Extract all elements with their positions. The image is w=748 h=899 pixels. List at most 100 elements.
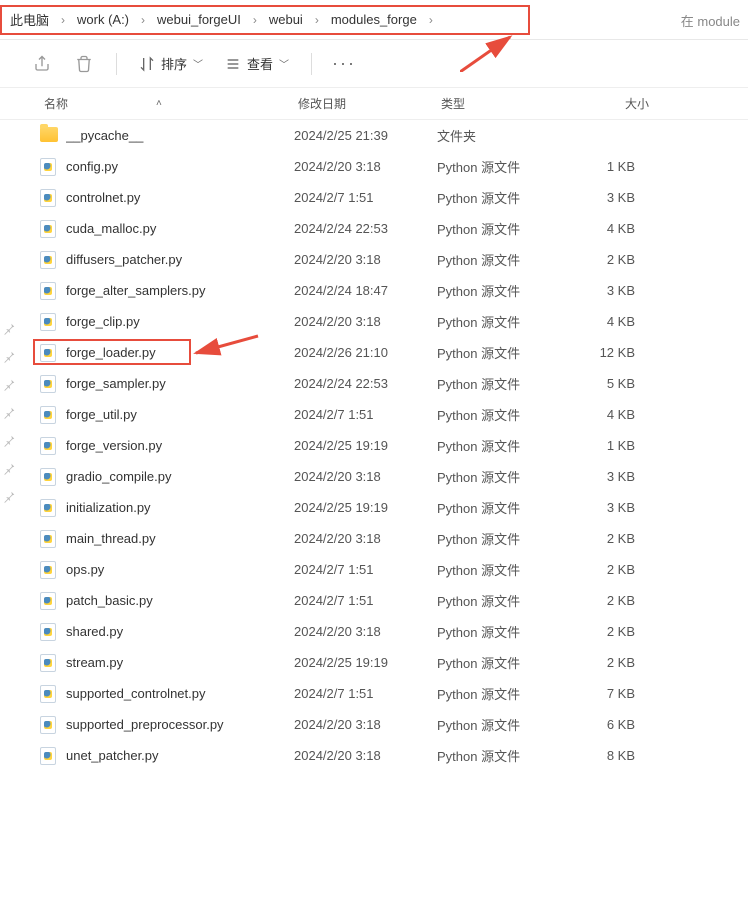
file-row[interactable]: controlnet.py2024/2/7 1:51Python 源文件3 KB	[0, 182, 748, 213]
file-date: 2024/2/25 19:19	[294, 500, 437, 515]
header-name[interactable]: 名称 ˄	[44, 95, 298, 112]
file-name: forge_version.py	[66, 438, 294, 453]
file-date: 2024/2/24 22:53	[294, 221, 437, 236]
file-row[interactable]: stream.py2024/2/25 19:19Python 源文件2 KB	[0, 647, 748, 678]
file-type: Python 源文件	[437, 467, 565, 486]
file-name: stream.py	[66, 655, 294, 670]
python-file-icon	[40, 530, 58, 548]
header-date[interactable]: 修改日期	[298, 95, 441, 112]
python-file-icon	[40, 189, 58, 207]
view-button[interactable]: 查看 ﹀	[225, 54, 289, 73]
toolbar-separator	[116, 53, 117, 75]
file-row[interactable]: supported_controlnet.py2024/2/7 1:51Pyth…	[0, 678, 748, 709]
python-file-icon	[40, 592, 58, 610]
file-type: Python 源文件	[437, 405, 565, 424]
breadcrumb-item-current[interactable]: modules_forge	[321, 12, 427, 27]
file-size: 12 KB	[565, 345, 645, 360]
file-row[interactable]: diffusers_patcher.py2024/2/20 3:18Python…	[0, 244, 748, 275]
file-date: 2024/2/25 21:39	[294, 128, 437, 143]
file-name: cuda_malloc.py	[66, 221, 294, 236]
file-row[interactable]: forge_alter_samplers.py2024/2/24 18:47Py…	[0, 275, 748, 306]
python-file-icon	[40, 375, 58, 393]
file-size: 1 KB	[565, 438, 645, 453]
python-file-icon	[40, 344, 58, 362]
python-file-icon	[40, 685, 58, 703]
file-size: 2 KB	[565, 252, 645, 267]
file-name: forge_sampler.py	[66, 376, 294, 391]
python-file-icon	[40, 499, 58, 517]
file-type: Python 源文件	[437, 281, 565, 300]
share-icon[interactable]	[32, 54, 52, 74]
file-type: Python 源文件	[437, 343, 565, 362]
file-size: 2 KB	[565, 624, 645, 639]
file-row[interactable]: unet_patcher.py2024/2/20 3:18Python 源文件8…	[0, 740, 748, 771]
file-type: Python 源文件	[437, 374, 565, 393]
file-row[interactable]: forge_util.py2024/2/7 1:51Python 源文件4 KB	[0, 399, 748, 430]
file-size: 4 KB	[565, 314, 645, 329]
file-row[interactable]: forge_loader.py2024/2/26 21:10Python 源文件…	[0, 337, 748, 368]
delete-icon[interactable]	[74, 54, 94, 74]
file-row[interactable]: forge_version.py2024/2/25 19:19Python 源文…	[0, 430, 748, 461]
file-name: config.py	[66, 159, 294, 174]
chevron-right-icon[interactable]: ›	[59, 13, 67, 27]
file-size: 3 KB	[565, 500, 645, 515]
header-size[interactable]: 大小	[569, 95, 649, 112]
breadcrumb-item-folder2[interactable]: webui	[259, 12, 313, 27]
file-date: 2024/2/20 3:18	[294, 469, 437, 484]
file-type: Python 源文件	[437, 684, 565, 703]
python-file-icon	[40, 716, 58, 734]
file-name: unet_patcher.py	[66, 748, 294, 763]
breadcrumb-item-drive[interactable]: work (A:)	[67, 12, 139, 27]
file-date: 2024/2/20 3:18	[294, 531, 437, 546]
file-size: 2 KB	[565, 655, 645, 670]
sort-button[interactable]: 排序 ﹀	[139, 54, 203, 73]
breadcrumb-item-pc[interactable]: 此电脑	[0, 10, 59, 29]
file-name: forge_alter_samplers.py	[66, 283, 294, 298]
file-row[interactable]: initialization.py2024/2/25 19:19Python 源…	[0, 492, 748, 523]
file-size: 6 KB	[565, 717, 645, 732]
python-file-icon	[40, 468, 58, 486]
file-row[interactable]: shared.py2024/2/20 3:18Python 源文件2 KB	[0, 616, 748, 647]
file-type: Python 源文件	[437, 188, 565, 207]
file-row[interactable]: gradio_compile.py2024/2/20 3:18Python 源文…	[0, 461, 748, 492]
search-box[interactable]: 在 module	[673, 0, 748, 40]
file-name: __pycache__	[66, 128, 294, 143]
file-row[interactable]: config.py2024/2/20 3:18Python 源文件1 KB	[0, 151, 748, 182]
file-type: Python 源文件	[437, 157, 565, 176]
file-date: 2024/2/20 3:18	[294, 624, 437, 639]
toolbar-separator	[311, 53, 312, 75]
file-row[interactable]: cuda_malloc.py2024/2/24 22:53Python 源文件4…	[0, 213, 748, 244]
chevron-right-icon[interactable]: ›	[251, 13, 259, 27]
chevron-right-icon[interactable]: ›	[139, 13, 147, 27]
file-size: 2 KB	[565, 531, 645, 546]
python-file-icon	[40, 561, 58, 579]
file-date: 2024/2/25 19:19	[294, 438, 437, 453]
file-date: 2024/2/7 1:51	[294, 190, 437, 205]
file-row[interactable]: ops.py2024/2/7 1:51Python 源文件2 KB	[0, 554, 748, 585]
chevron-right-icon[interactable]: ›	[427, 13, 435, 27]
file-name: controlnet.py	[66, 190, 294, 205]
file-date: 2024/2/25 19:19	[294, 655, 437, 670]
python-file-icon	[40, 437, 58, 455]
header-type[interactable]: 类型	[441, 95, 569, 112]
file-row[interactable]: forge_sampler.py2024/2/24 22:53Python 源文…	[0, 368, 748, 399]
file-row[interactable]: supported_preprocessor.py2024/2/20 3:18P…	[0, 709, 748, 740]
file-row[interactable]: __pycache__2024/2/25 21:39文件夹	[0, 120, 748, 151]
caret-down-icon: ﹀	[193, 56, 203, 71]
file-row[interactable]: patch_basic.py2024/2/7 1:51Python 源文件2 K…	[0, 585, 748, 616]
breadcrumb: 此电脑 › work (A:) › webui_forgeUI › webui …	[0, 5, 435, 35]
sort-label: 排序	[161, 54, 187, 73]
file-type: Python 源文件	[437, 653, 565, 672]
file-date: 2024/2/24 18:47	[294, 283, 437, 298]
chevron-right-icon[interactable]: ›	[313, 13, 321, 27]
sort-asc-icon: ˄	[156, 98, 162, 109]
file-list: __pycache__2024/2/25 21:39文件夹config.py20…	[0, 120, 748, 771]
file-type: Python 源文件	[437, 591, 565, 610]
file-type: Python 源文件	[437, 622, 565, 641]
file-date: 2024/2/7 1:51	[294, 686, 437, 701]
more-icon[interactable]: ···	[334, 54, 354, 74]
breadcrumb-item-folder1[interactable]: webui_forgeUI	[147, 12, 251, 27]
file-name: forge_util.py	[66, 407, 294, 422]
file-row[interactable]: main_thread.py2024/2/20 3:18Python 源文件2 …	[0, 523, 748, 554]
file-row[interactable]: forge_clip.py2024/2/20 3:18Python 源文件4 K…	[0, 306, 748, 337]
